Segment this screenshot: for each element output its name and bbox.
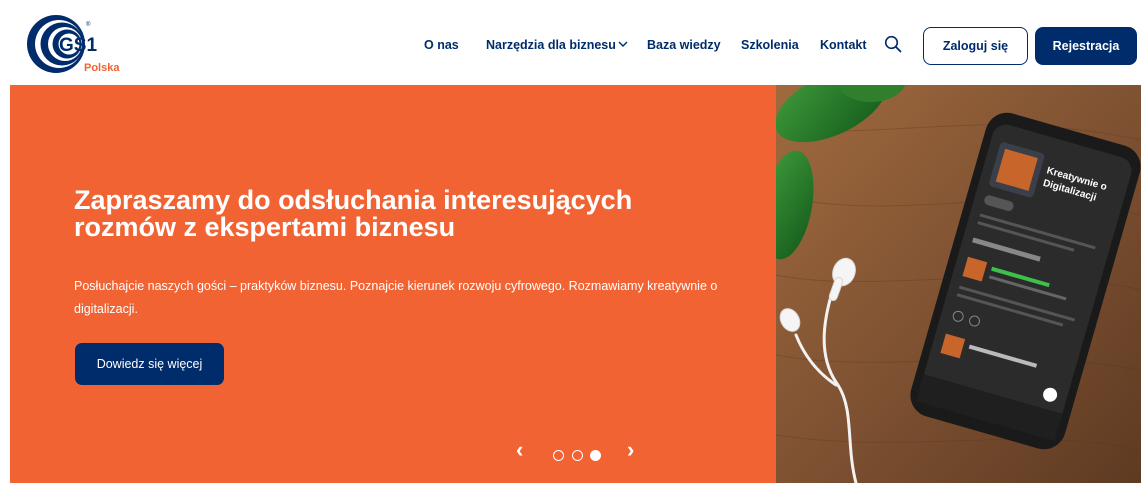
nav-item-narzedzia[interactable]: Narzędzia dla biznesu xyxy=(486,38,616,52)
search-icon[interactable] xyxy=(884,35,902,53)
learn-more-button[interactable]: Dowiedz się więcej xyxy=(75,343,224,385)
slider-prev-arrow[interactable]: ‹ xyxy=(516,439,523,461)
slider-dot-1[interactable] xyxy=(553,450,564,461)
hero-text: Posłuchajcie naszych gości – praktyków b… xyxy=(74,279,718,316)
nav-item-o-nas[interactable]: O nas xyxy=(424,38,459,52)
podcast-photo: Kreatywnie o Digitalizacji xyxy=(776,85,1141,483)
nav-item-kontakt[interactable]: Kontakt xyxy=(820,38,867,52)
page: GS1 ® Polska O nas Narzędzia dla biznesu… xyxy=(0,0,1141,483)
slider-next-arrow[interactable]: › xyxy=(627,439,634,461)
nav-item-baza-wiedzy[interactable]: Baza wiedzy xyxy=(647,38,721,52)
svg-text:®: ® xyxy=(86,21,91,28)
register-button[interactable]: Rejestracja xyxy=(1035,27,1137,65)
site-header: GS1 ® Polska O nas Narzędzia dla biznesu… xyxy=(0,0,1141,85)
slider-dot-3[interactable] xyxy=(590,450,601,461)
phone-earbuds-image: Kreatywnie o Digitalizacji xyxy=(776,85,1141,483)
login-button[interactable]: Zaloguj się xyxy=(923,27,1028,65)
logo-subtitle: Polska xyxy=(84,62,120,74)
slider-dot-2[interactable] xyxy=(572,450,583,461)
chevron-down-icon[interactable] xyxy=(618,40,628,48)
nav-item-szkolenia[interactable]: Szkolenia xyxy=(741,38,799,52)
hero-title: Zapraszamy do odsłuchania interesujących… xyxy=(74,185,633,242)
hero-slider: Zapraszamy do odsłuchania interesujących… xyxy=(10,85,776,483)
